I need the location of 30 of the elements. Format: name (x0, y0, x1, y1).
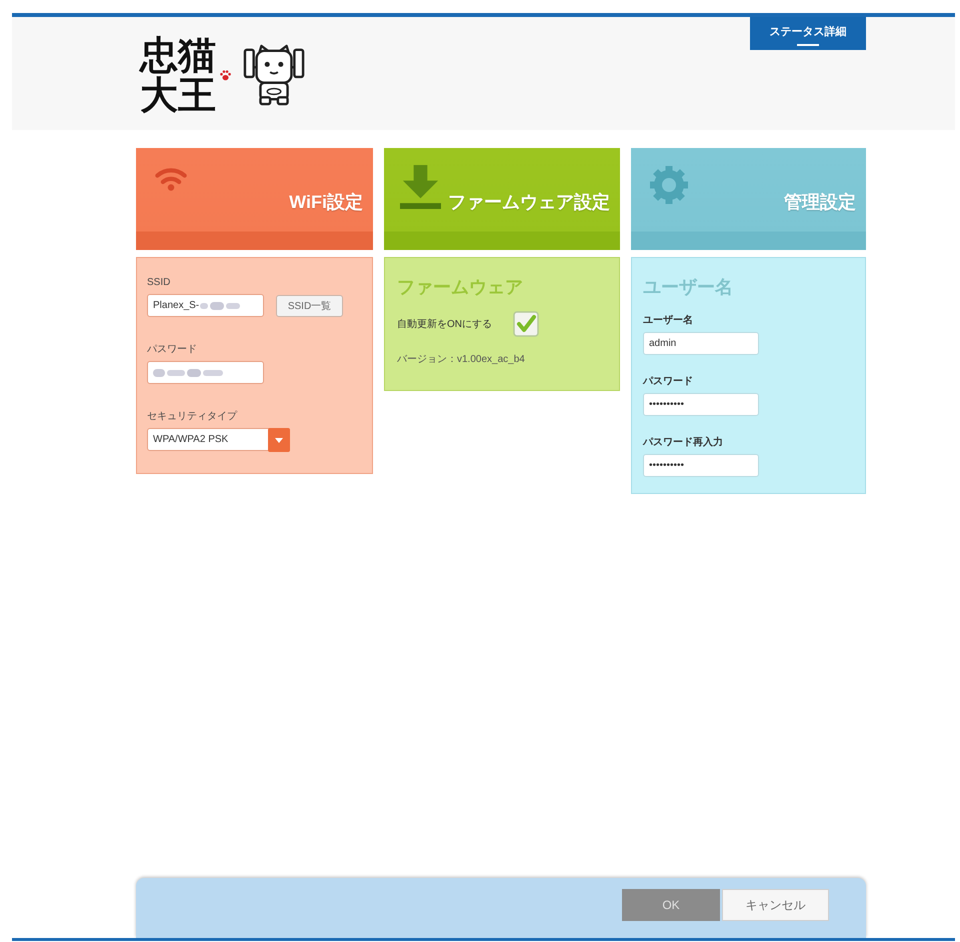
gear-icon (649, 165, 689, 205)
logo-text: 忠猫大王 (140, 35, 216, 115)
dropdown-select[interactable]: WPA/WPA2 PSK (147, 428, 290, 451)
password-input[interactable]: •••••••••• (643, 454, 759, 477)
text-input[interactable]: admin (643, 332, 759, 355)
field-label: ユーザー名 (643, 315, 693, 327)
checkbox[interactable] (513, 311, 539, 337)
download-icon (400, 165, 441, 210)
info-text: バージョン：v1.00ex_ac_b4 (397, 353, 525, 366)
mascot-drawing (243, 44, 305, 106)
cancel-button[interactable]: キャンセル (722, 889, 829, 921)
field-label: セキュリティタイプ (147, 411, 237, 423)
password-input[interactable] (147, 361, 264, 384)
ssid-list-button[interactable]: SSID一覧 (276, 294, 343, 316)
field-label: パスワード (643, 376, 693, 388)
section-title: ファームウェア設定 (448, 191, 610, 214)
wifi-icon (154, 166, 188, 192)
text-input[interactable]: Planex_S- (147, 294, 264, 317)
checkbox-label: 自動更新をONにする (397, 318, 492, 331)
paw-icon (220, 70, 231, 80)
field-label: パスワード再入力 (643, 437, 723, 449)
status-tab[interactable]: ステータス詳細 (750, 17, 866, 50)
section-heading: ファームウェア (397, 276, 523, 298)
password-input[interactable]: •••••••••• (643, 393, 759, 416)
field-label: パスワード (147, 344, 197, 356)
section-title: 管理設定 (784, 191, 856, 214)
dropdown-caret-icon (268, 428, 290, 452)
field-label: SSID (147, 277, 170, 289)
section-heading: ユーザー名 (643, 276, 733, 298)
section-title: WiFi設定 (289, 191, 363, 214)
